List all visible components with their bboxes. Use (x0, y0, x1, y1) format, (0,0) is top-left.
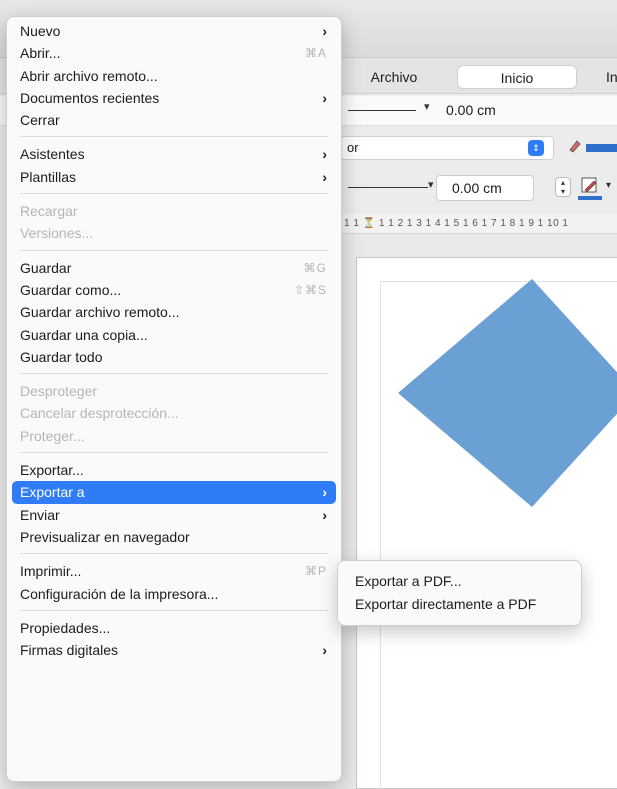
chevron-right-icon: › (322, 484, 327, 501)
chevron-right-icon: › (322, 506, 327, 523)
chevron-right-icon: › (322, 146, 327, 163)
menu-item-abrir-remoto[interactable]: Abrir archivo remoto... (7, 65, 341, 87)
menu-item-exportar[interactable]: Exportar... (7, 459, 341, 481)
tab-archivo[interactable]: Archivo (346, 65, 442, 89)
export-submenu: Exportar a PDF... Exportar directamente … (337, 560, 582, 626)
menu-item-label: Cancelar desprotección... (20, 405, 179, 422)
menu-item-label: Firmas digitales (20, 642, 119, 659)
menu-item-nuevo[interactable]: Nuevo › (7, 20, 341, 42)
menu-item-label: Imprimir... (20, 563, 82, 580)
menu-item-versiones: Versiones... (7, 222, 341, 244)
menu-item-guardar-copia[interactable]: Guardar una copia... (7, 324, 341, 346)
menu-item-label: Nuevo (20, 23, 61, 39)
chevron-right-icon: › (322, 89, 327, 106)
shortcut-label: ⌘A (304, 46, 327, 61)
menu-item-label: Desproteger (20, 383, 98, 400)
menu-item-recientes[interactable]: Documentos recientes › (7, 87, 341, 109)
menu-item-desproteger: Desproteger (7, 380, 341, 402)
menu-item-guardar[interactable]: Guardar ⌘G (7, 257, 341, 279)
menu-item-exportar-pdf[interactable]: Exportar a PDF... (338, 570, 581, 593)
tab-inicio[interactable]: Inicio (457, 65, 577, 89)
shortcut-label: ⌘G (303, 260, 327, 275)
menu-item-enviar[interactable]: Enviar › (7, 504, 341, 526)
chevron-right-icon: › (322, 23, 327, 39)
menu-item-label: Guardar archivo remoto... (20, 304, 180, 321)
menu-item-label: Cerrar (20, 112, 60, 129)
menu-item-cancelar-desproteccion: Cancelar desprotección... (7, 402, 341, 424)
menu-item-label: Guardar todo (20, 348, 103, 365)
shortcut-label: ⇧⌘S (293, 282, 327, 297)
menu-item-previsualizar[interactable]: Previsualizar en navegador (7, 526, 341, 548)
menu-item-exportar-a[interactable]: Exportar a › (12, 481, 336, 504)
menu-separator (20, 373, 328, 375)
select-stepper-icon[interactable]: ⇕ (528, 140, 544, 156)
line-color-icon[interactable] (580, 176, 600, 196)
menu-item-imprimir[interactable]: Imprimir... ⌘P (7, 560, 341, 582)
menu-item-plantillas[interactable]: Plantillas › (7, 166, 341, 188)
fill-color-swatch[interactable] (586, 144, 617, 152)
line-width-value-2[interactable]: 0.00 cm (452, 180, 502, 196)
menu-item-guardar-remoto[interactable]: Guardar archivo remoto... (7, 301, 341, 323)
menu-item-label: Exportar a PDF... (355, 573, 462, 589)
menu-item-label: Plantillas (20, 168, 77, 185)
menu-item-label: Guardar como... (20, 281, 122, 298)
menu-item-guardar-todo[interactable]: Guardar todo (7, 346, 341, 368)
menu-item-label: Proteger... (20, 427, 85, 444)
menu-item-label: Enviar (20, 506, 60, 523)
menu-item-label: Propiedades... (20, 619, 111, 636)
chevron-down-icon[interactable]: ▾ (424, 100, 430, 113)
horizontal-ruler: 1 1 ⏳ 1 1 2 1 3 1 4 1 5 1 6 1 7 1 8 1 9 … (340, 214, 617, 234)
menu-separator (20, 609, 328, 611)
menu-item-cerrar[interactable]: Cerrar (7, 109, 341, 131)
menu-item-label: Recargar (20, 203, 78, 220)
menu-item-label: Previsualizar en navegador (20, 528, 190, 545)
line-style-preview-2[interactable] (348, 187, 428, 188)
tab-insertar[interactable]: In (606, 65, 617, 89)
menu-item-recargar: Recargar (7, 200, 341, 222)
menu-item-label: Versiones... (20, 225, 94, 242)
menu-separator (20, 249, 328, 251)
area-fill-select[interactable]: or (340, 136, 554, 160)
menu-item-proteger: Proteger... (7, 425, 341, 447)
menu-item-label: Asistentes (20, 146, 85, 163)
chevron-down-icon[interactable]: ▾ (606, 180, 611, 191)
menu-separator (20, 136, 328, 138)
menu-item-propiedades[interactable]: Propiedades... (7, 617, 341, 639)
menu-item-firmas[interactable]: Firmas digitales › (7, 639, 341, 661)
menu-item-label: Configuración de la impresora... (20, 585, 219, 602)
file-menu: Nuevo › Abrir... ⌘A Abrir archivo remoto..… (6, 16, 342, 782)
menu-item-label: Exportar directamente a PDF (355, 596, 537, 612)
chevron-right-icon: › (322, 642, 327, 659)
menu-item-label: Exportar a (20, 484, 85, 501)
line-color-swatch[interactable] (578, 196, 602, 200)
chevron-down-icon[interactable]: ▾ (428, 178, 434, 191)
menu-item-abrir[interactable]: Abrir... ⌘A (7, 42, 341, 64)
menu-item-label: Documentos recientes (20, 89, 160, 106)
menu-item-guardar-como[interactable]: Guardar como... ⇧⌘S (7, 279, 341, 301)
menu-item-label: Guardar (20, 259, 72, 276)
line-style-preview[interactable] (348, 110, 416, 111)
menu-separator (20, 193, 328, 195)
menu-item-label: Abrir archivo remoto... (20, 67, 158, 84)
menu-item-config-impresora[interactable]: Configuración de la impresora... (7, 583, 341, 605)
menu-item-asistentes[interactable]: Asistentes › (7, 143, 341, 165)
shortcut-label: ⌘P (304, 564, 327, 579)
menu-separator (20, 452, 328, 454)
menu-item-label: Abrir... (20, 45, 61, 62)
menu-item-exportar-directo-pdf[interactable]: Exportar directamente a PDF (338, 593, 581, 616)
spinner-icon[interactable]: ▴ ▾ (555, 177, 571, 197)
line-width-value[interactable]: 0.00 cm (446, 102, 496, 118)
fill-color-icon[interactable] (568, 138, 582, 154)
menu-separator (20, 553, 328, 555)
menu-item-label: Guardar una copia... (20, 326, 148, 343)
diamond-shape[interactable] (396, 277, 617, 509)
menu-item-label: Exportar... (20, 462, 84, 479)
chevron-right-icon: › (322, 168, 327, 185)
